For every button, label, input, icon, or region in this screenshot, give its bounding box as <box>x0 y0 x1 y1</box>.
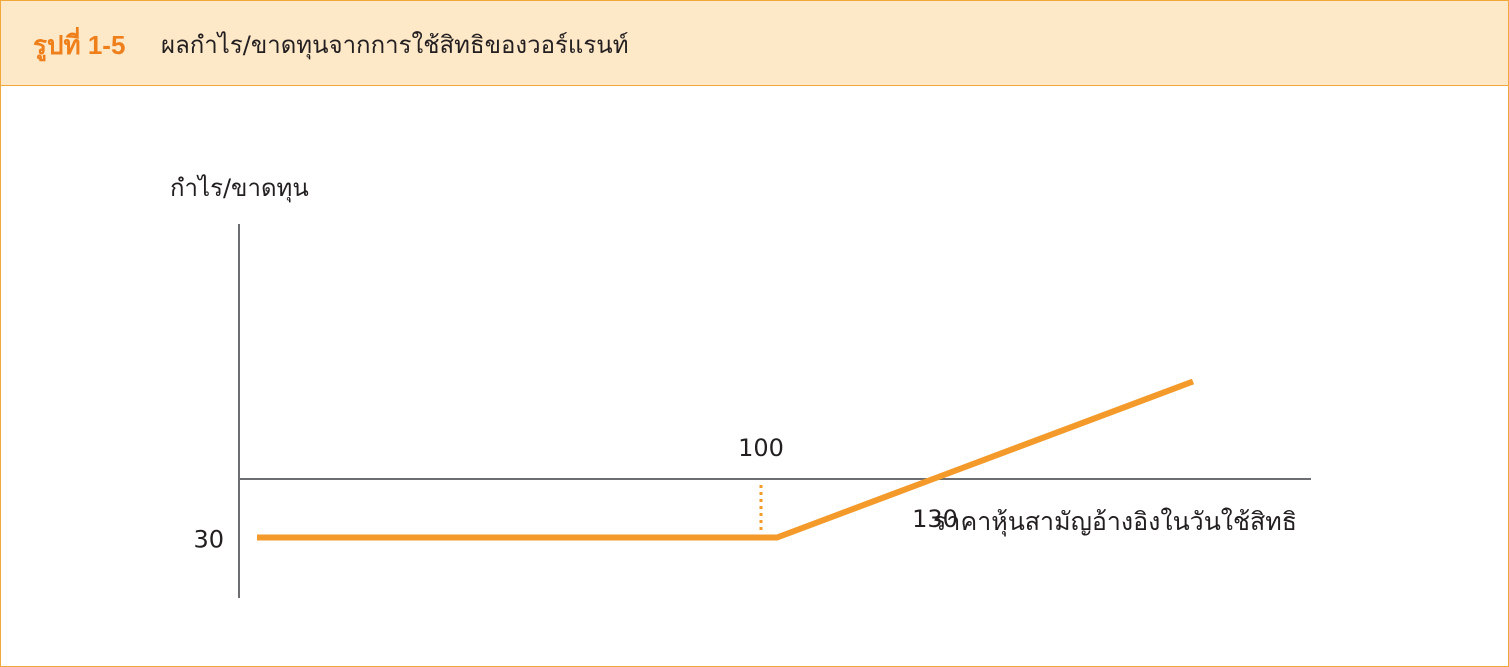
exercise-price-label: 100 <box>738 434 784 462</box>
y-axis-label: กำไร/ขาดทุน <box>170 174 309 203</box>
breakeven-label: 130 <box>912 505 958 533</box>
payoff-chart: กำไร/ขาดทุน ราคาหุ้นสามัญอ้างอิงในวันใช้… <box>170 174 1311 598</box>
loss-value-label: 30 <box>193 526 224 554</box>
x-axis-label: ราคาหุ้นสามัญอ้างอิงในวันใช้สิทธิ <box>933 507 1297 537</box>
